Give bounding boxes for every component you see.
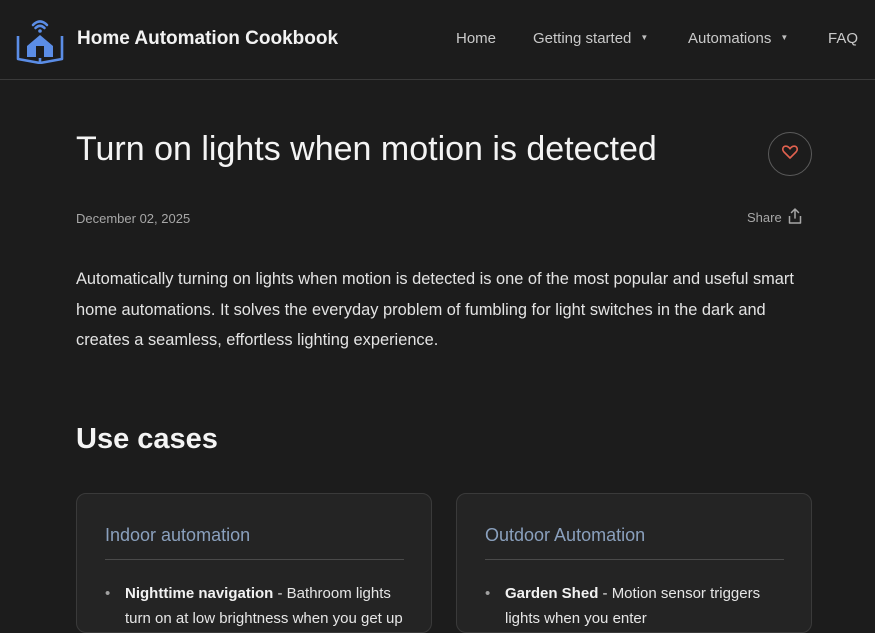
nav-faq-label: FAQ [828, 30, 859, 47]
list-item-title: Garden Shed [505, 585, 599, 602]
card-heading: Indoor automation [105, 525, 251, 545]
card-heading: Outdoor Automation [485, 525, 646, 545]
nav-faq[interactable]: FAQ [828, 30, 858, 47]
share-label: Share [747, 210, 782, 225]
nav-home[interactable]: Home [456, 30, 496, 47]
main-nav: Home Getting started ▼ Automations ▼ FAQ [0, 30, 875, 54]
indoor-automation-card: Indoor automation • Nighttime navigation … [76, 493, 432, 633]
heart-icon [782, 144, 798, 164]
caret-down-icon: ▼ [780, 33, 789, 42]
bullet-icon: • [105, 585, 111, 602]
use-cases-heading: Use cases [76, 423, 218, 455]
nav-getting-started[interactable]: Getting started ▼ [533, 30, 648, 47]
publish-date: December 02, 2025 [76, 211, 191, 226]
nav-getting-started-label: Getting started [533, 30, 632, 47]
list-item-title: Nighttime navigation [125, 585, 274, 602]
favorite-button[interactable] [768, 132, 812, 176]
nav-automations-label: Automations [688, 30, 772, 47]
nav-home-label: Home [456, 30, 497, 47]
list-item: • Garden Shed - Motion sensor triggers li… [485, 581, 790, 631]
divider [485, 559, 784, 560]
page-title: Turn on lights when motion is detected [76, 130, 657, 168]
intro-paragraph: Automatically turning on lights when mot… [76, 270, 794, 349]
outdoor-automation-card: Outdoor Automation • Garden Shed - Motion… [456, 493, 812, 633]
list-item: • Nighttime navigation - Bathroom lights … [105, 581, 410, 631]
divider [105, 559, 404, 560]
bullet-icon: • [485, 585, 491, 602]
top-navigation-bar: Home Automation Cookbook Home Getting st… [0, 0, 875, 80]
nav-automations[interactable]: Automations ▼ [688, 30, 788, 47]
share-icon [782, 208, 802, 227]
share-button[interactable]: Share [747, 208, 802, 227]
caret-down-icon: ▼ [640, 33, 649, 42]
